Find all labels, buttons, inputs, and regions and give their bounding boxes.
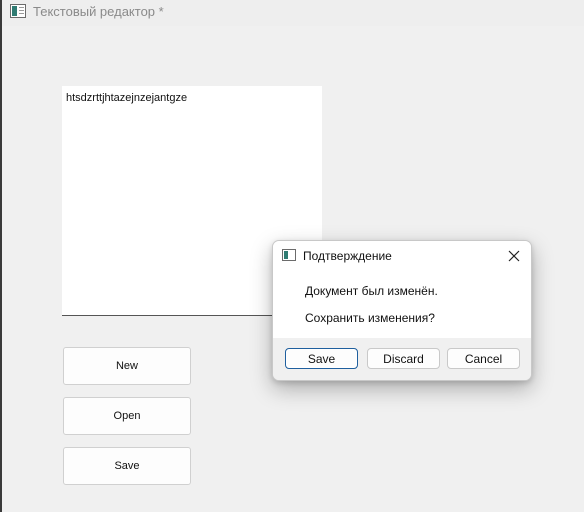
dialog-footer: Save Discard Cancel — [273, 338, 531, 380]
title-bar: Текстовый редактор * — [2, 0, 584, 26]
dialog-discard-button[interactable]: Discard — [367, 348, 440, 369]
dialog-app-icon — [282, 249, 296, 261]
confirm-dialog: Подтверждение Документ был изменён. Сохр… — [272, 240, 532, 381]
window-edge — [0, 0, 2, 512]
dialog-message: Документ был изменён. — [305, 284, 438, 298]
save-button[interactable]: Save — [63, 447, 191, 485]
dialog-cancel-button[interactable]: Cancel — [447, 348, 520, 369]
dialog-title: Подтверждение — [303, 249, 392, 263]
dialog-question: Сохранить изменения? — [305, 311, 435, 325]
new-button[interactable]: New — [63, 347, 191, 385]
app-icon — [10, 4, 26, 18]
window-title: Текстовый редактор * — [33, 4, 164, 19]
close-icon[interactable] — [503, 245, 525, 267]
editor-content: htsdzrttjhtazejnzejantgze — [66, 92, 188, 104]
dialog-body: Документ был изменён. Сохранить изменени… — [273, 271, 531, 338]
open-button[interactable]: Open — [63, 397, 191, 435]
dialog-header: Подтверждение — [273, 241, 531, 271]
dialog-save-button[interactable]: Save — [285, 348, 358, 369]
